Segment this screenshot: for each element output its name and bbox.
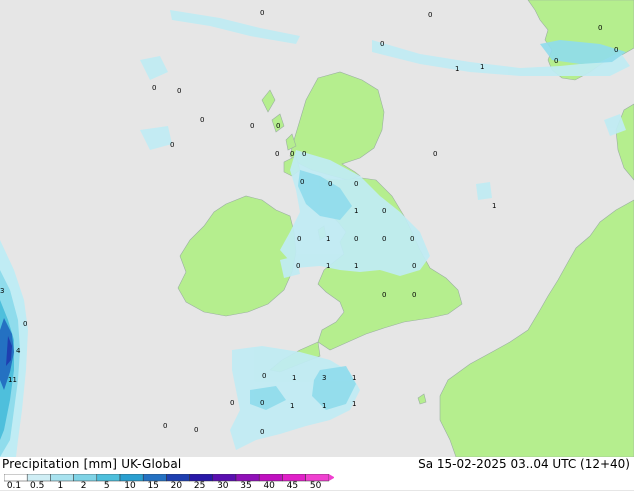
value-label: 0 — [302, 150, 306, 158]
value-label: 0 — [433, 150, 437, 158]
value-label: 0 — [412, 262, 416, 270]
value-label: 0 — [297, 235, 301, 243]
value-label: 0 — [194, 426, 198, 434]
valid-time: Sa 15-02-2025 03..04 UTC (12+40) — [418, 457, 630, 471]
value-label: 0 — [428, 11, 432, 19]
value-label: 0 — [296, 262, 300, 270]
legend-bar: Precipitation [mm] UK-Global Sa 15-02-20… — [0, 457, 634, 491]
value-label: 0 — [276, 122, 280, 130]
scale-swatch — [305, 474, 330, 482]
value-label: 0 — [354, 235, 358, 243]
value-label: 0 — [200, 116, 204, 124]
scale-swatch — [212, 474, 237, 482]
value-label: 0 — [260, 428, 264, 436]
value-label: 0 — [328, 180, 332, 188]
value-label: 0 — [412, 291, 416, 299]
color-scale — [4, 474, 334, 482]
value-label: 0 — [382, 291, 386, 299]
value-label: 0 — [260, 399, 264, 407]
value-label: 0 — [410, 235, 414, 243]
value-label: 0 — [614, 46, 618, 54]
value-label: 0 — [177, 87, 181, 95]
scale-swatch — [166, 474, 190, 482]
value-label: 1 — [352, 400, 356, 408]
value-label: 1 — [292, 374, 296, 382]
scale-swatch — [235, 474, 260, 482]
scale-swatch — [119, 474, 144, 482]
value-label: 1 — [492, 202, 496, 210]
value-label: 0 — [170, 141, 174, 149]
value-label: 3 — [0, 287, 4, 295]
value-label: 0 — [260, 9, 264, 17]
value-label: 0 — [354, 180, 358, 188]
value-label: 1 — [326, 235, 330, 243]
value-label: 0 — [382, 235, 386, 243]
scale-swatch — [189, 474, 214, 482]
value-label: 0 — [290, 150, 294, 158]
legend-model: UK-Global — [121, 457, 182, 471]
scale-swatch — [282, 474, 306, 482]
value-label: 0 — [554, 57, 558, 65]
legend-title-group: Precipitation [mm] UK-Global — [2, 457, 181, 471]
value-label: 0 — [250, 122, 254, 130]
value-label: 1 — [354, 262, 358, 270]
value-label: 1 — [480, 63, 484, 71]
value-label: 1 — [322, 402, 326, 410]
scale-swatch — [258, 474, 283, 482]
value-label: 3 — [322, 374, 326, 382]
scale-swatch — [50, 474, 74, 482]
legend-title: Precipitation [mm] — [2, 457, 118, 471]
value-label: 0 — [262, 372, 266, 380]
value-label: 0 — [230, 399, 234, 407]
value-label: 1 — [326, 262, 330, 270]
precipitation-map: 0 0 0 0 0 0 0 0 0 0 1 1 0 0 0 0 0 0 0 0 … — [0, 0, 634, 457]
scale-swatch — [73, 474, 98, 482]
value-label: 11 — [8, 376, 17, 384]
value-label: 0 — [300, 178, 304, 186]
value-label: 4 — [16, 347, 21, 355]
value-label: 0 — [598, 24, 602, 32]
value-label: 1 — [455, 65, 459, 73]
value-label: 0 — [275, 150, 279, 158]
scale-swatch — [4, 474, 28, 482]
value-label: 0 — [23, 320, 27, 328]
scale-swatch — [96, 474, 121, 482]
value-label: 1 — [352, 374, 356, 382]
value-label: 0 — [152, 84, 156, 92]
value-label: 1 — [290, 402, 294, 410]
scale-swatch — [142, 474, 167, 482]
scale-arrow — [328, 474, 334, 481]
value-label: 0 — [163, 422, 167, 430]
scale-swatch — [26, 474, 51, 482]
value-label: 1 — [354, 207, 358, 215]
value-label: 0 — [380, 40, 384, 48]
value-label: 0 — [382, 207, 386, 215]
